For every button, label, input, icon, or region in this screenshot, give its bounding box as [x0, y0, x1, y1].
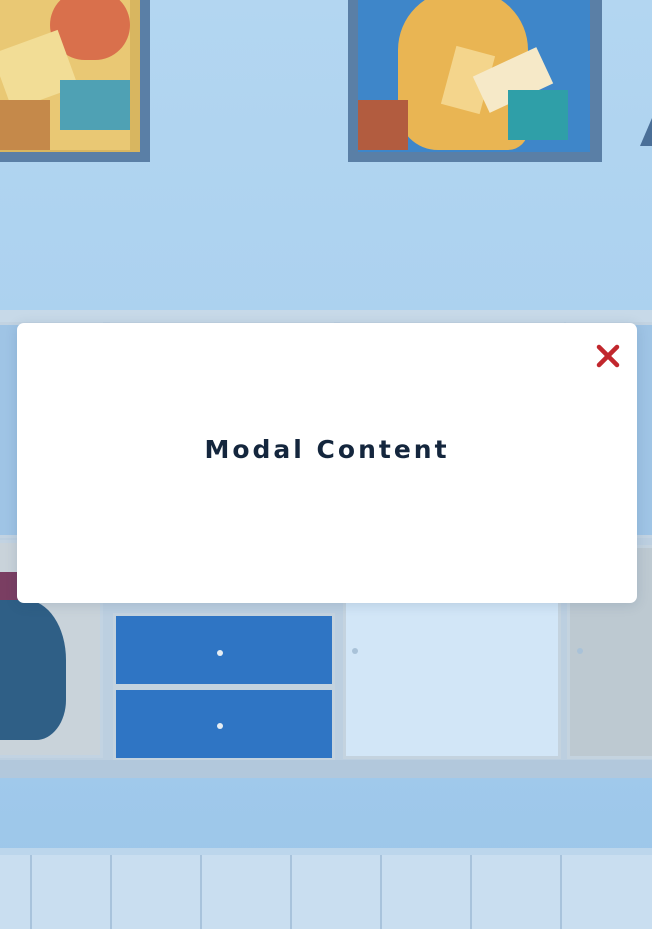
background-drawer-knob [217, 723, 223, 729]
background-floor-plank [110, 855, 112, 929]
background-floor [0, 855, 652, 929]
modal-title: Modal Content [204, 435, 450, 464]
page-background: Modal Content [0, 0, 652, 929]
background-drawer [113, 687, 335, 761]
background-door-knob [577, 648, 583, 654]
background-frame-corner [640, 118, 652, 146]
background-painting-center [348, 0, 602, 162]
background-door-knob [352, 648, 358, 654]
background-painting-left [0, 0, 150, 162]
background-floor-plank [560, 855, 562, 929]
background-floor-plank [470, 855, 472, 929]
modal-dialog: Modal Content [17, 323, 637, 603]
background-floor-plank [200, 855, 202, 929]
background-vase [0, 600, 66, 740]
close-icon [596, 344, 620, 368]
background-drawer [113, 613, 335, 687]
modal-close-button[interactable] [595, 343, 621, 369]
background-drawer-knob [217, 650, 223, 656]
background-floor-plank [30, 855, 32, 929]
background-floor-plank [380, 855, 382, 929]
background-floor-plank [290, 855, 292, 929]
background-cabinet-plinth [0, 760, 652, 778]
